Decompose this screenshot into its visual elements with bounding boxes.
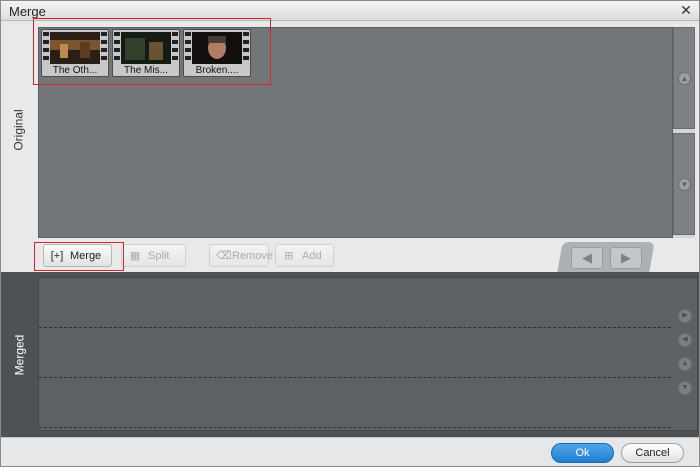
move-left-button[interactable]: ◀ (571, 247, 603, 269)
close-icon[interactable]: ✕ (679, 3, 693, 17)
cancel-button[interactable]: Cancel (621, 443, 684, 463)
merged-label-container: Merged (1, 272, 37, 437)
merged-row-divider (39, 427, 671, 428)
original-label: Original (12, 108, 27, 151)
scroll-up-button[interactable]: ▲ (673, 27, 695, 129)
selected-clips-highlight (33, 18, 271, 85)
merged-row-divider (39, 327, 671, 328)
move-right-button[interactable]: ▶ (610, 247, 642, 269)
add-button-label: Add (302, 249, 322, 262)
chevron-down-icon: ▼ (678, 178, 691, 191)
merge-button-highlight (34, 242, 124, 271)
split-button-label: Split (148, 249, 170, 262)
merged-row-divider (39, 377, 671, 378)
split-icon: ▦ (129, 250, 141, 262)
dialog-footer: Ok Cancel (1, 437, 699, 466)
play-icon[interactable]: ▶ (678, 309, 692, 323)
merged-label: Merged (12, 334, 26, 375)
original-scroll-rail: ▲ ▼ (673, 27, 695, 238)
move-down-icon[interactable]: ▼ (678, 381, 692, 395)
window-title: Merge (9, 4, 46, 19)
add-button[interactable]: ⊞ Add (275, 244, 334, 267)
arrow-left-icon: ◀ (582, 250, 592, 265)
remove-button-label: Remove (232, 249, 273, 262)
merged-section: Merged ▶ ◀ ▲ ▼ (1, 272, 699, 437)
add-icon: ⊞ (284, 250, 294, 262)
arrow-right-icon: ▶ (621, 250, 631, 265)
chevron-up-icon: ▲ (678, 72, 691, 85)
merged-clip-panel (38, 277, 698, 431)
remove-button[interactable]: ⌫ Remove (209, 244, 273, 267)
ok-button[interactable]: Ok (551, 443, 614, 463)
remove-icon: ⌫ (216, 250, 232, 262)
original-label-container: Original (1, 22, 37, 237)
split-button[interactable]: ▦ Split (121, 244, 186, 267)
back-icon[interactable]: ◀ (678, 333, 692, 347)
merge-dialog: Merge ✕ Original ▲ ▼ The Oth... The Mis.… (0, 0, 700, 467)
move-up-icon[interactable]: ▲ (678, 357, 692, 371)
scroll-down-button[interactable]: ▼ (673, 133, 695, 235)
